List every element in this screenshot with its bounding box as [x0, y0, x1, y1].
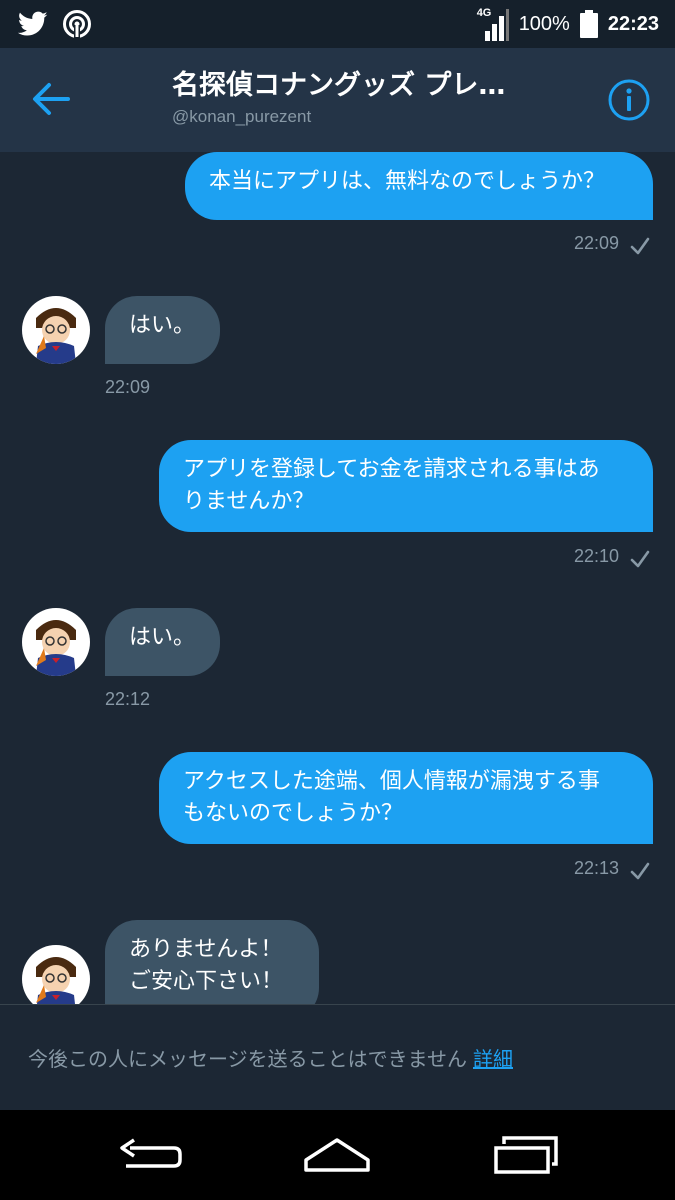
message-list[interactable]: 本当にアプリは、無料なのでしょうか？ 22:09 はい。 22:09 アプリを登… [0, 152, 675, 1004]
message-text-line: はい。 [129, 625, 196, 650]
message-timestamp: 22:12 [105, 689, 151, 709]
message-timestamp: 22:09 [573, 233, 619, 253]
nav-recents-button[interactable] [492, 1132, 562, 1178]
home-nav-icon [304, 1138, 370, 1172]
notice-text: 今後この人にメッセージを送ることはできません [28, 1047, 467, 1071]
conversation-title-block[interactable]: 名探偵コナングッズ プレ… @konan_purezent [172, 68, 572, 127]
conversation-header: 名探偵コナングッズ プレ… @konan_purezent [0, 48, 675, 152]
cannot-message-notice: 今後この人にメッセージを送ることはできません 詳細 [0, 1004, 675, 1110]
twitter-icon [18, 11, 48, 36]
hotspot-icon [63, 10, 91, 39]
back-arrow-icon [33, 83, 70, 115]
back-nav-icon [120, 1138, 182, 1168]
incoming-message-bubble[interactable]: はい。 [105, 296, 220, 364]
check-icon [630, 550, 650, 568]
avatar[interactable] [22, 608, 90, 676]
back-button[interactable] [30, 78, 80, 124]
message-text-line: アプリを登録してお金を請求される事はあ [183, 457, 600, 482]
message-text-line: もないのでしょうか？ [183, 801, 404, 826]
status-bar: 4G 100% 22:23 [0, 0, 675, 48]
nav-home-button[interactable] [302, 1132, 372, 1178]
outgoing-message-bubble[interactable]: アプリを登録してお金を請求される事はあ りませんか？ [159, 440, 653, 532]
conversation-title: 名探偵コナングッズ プレ… [172, 70, 506, 101]
avatar[interactable] [22, 945, 90, 1004]
outgoing-message-bubble[interactable]: アクセスした途端、個人情報が漏洩する事 もないのでしょうか？ [159, 752, 653, 844]
battery-percent: 100% [518, 12, 570, 35]
info-button[interactable] [607, 78, 651, 122]
details-link[interactable]: 詳細 [473, 1047, 513, 1071]
message-text-line: ご安心下さい！ [129, 969, 284, 994]
status-time: 22:23 [607, 12, 659, 35]
message-text-line: りませんか？ [183, 489, 315, 514]
message-text-line: はい。 [129, 313, 196, 338]
system-nav-bar [0, 1110, 675, 1200]
message-text-line: ありませんよ！ [129, 937, 283, 962]
message-text-line: アクセスした途端、個人情報が漏洩する事 [183, 769, 600, 794]
recents-nav-icon [494, 1136, 558, 1174]
incoming-message-bubble[interactable]: ありませんよ！ ご安心下さい！ [105, 920, 319, 1004]
battery-icon [579, 10, 598, 38]
signal-icon: 4G [477, 7, 509, 41]
outgoing-message-bubble[interactable]: 本当にアプリは、無料なのでしょうか？ [185, 152, 653, 220]
message-timestamp: 22:10 [573, 546, 619, 566]
check-icon [630, 862, 650, 880]
conversation-handle: @konan_purezent [172, 107, 312, 126]
message-timestamp: 22:13 [573, 858, 619, 878]
nav-back-button[interactable] [116, 1132, 186, 1178]
info-icon [608, 79, 650, 121]
message-text-line: 本当にアプリは、無料なのでしょうか？ [209, 169, 606, 194]
check-icon [630, 237, 650, 255]
avatar[interactable] [22, 296, 90, 364]
message-timestamp: 22:09 [105, 377, 151, 397]
incoming-message-bubble[interactable]: はい。 [105, 608, 220, 676]
